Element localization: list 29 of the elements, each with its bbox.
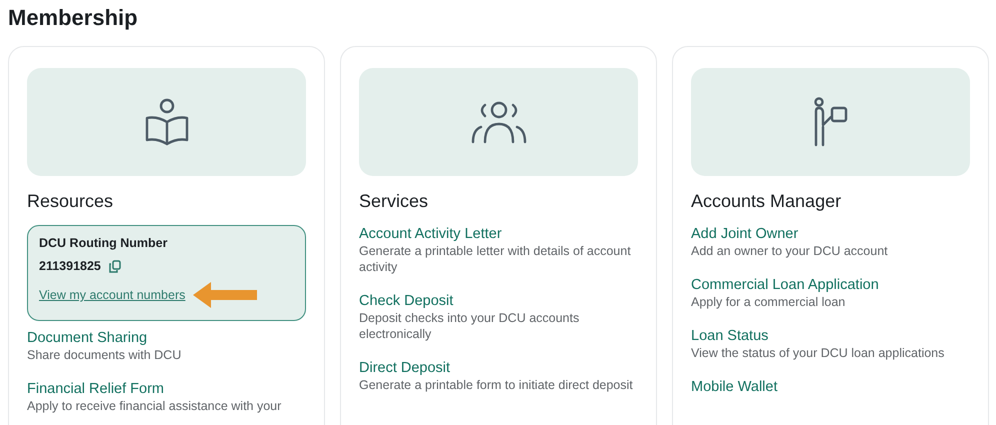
link-description: View the status of your DCU loan applications [691,345,944,361]
presenter-icon [812,97,848,147]
link-description: Add an owner to your DCU account [691,243,888,259]
link-description: Generate a printable form to initiate direct deposit [359,377,633,393]
card-heading: Resources [27,190,114,213]
card-heading: Services [359,190,430,213]
service-link[interactable]: Add Joint Owner [691,225,798,243]
link-description: Share documents with DCU [27,347,182,363]
routing-label: DCU Routing Number [39,236,168,250]
service-link[interactable]: Direct Deposit [359,359,450,377]
reader-icon [144,98,190,146]
account-numbers-link[interactable]: View my account numbers [39,288,186,302]
link-description: Generate a printable letter with details of account activity [359,243,632,275]
routing-number: 211391825 [39,259,101,273]
link-description: Apply to receive financial assistance with your [27,398,282,414]
arrow-icon [193,282,258,308]
service-link[interactable]: Loan Status [691,327,768,345]
service-link[interactable]: Document Sharing [27,329,148,347]
service-link[interactable]: Financial Relief Form [27,380,164,398]
people-icon [470,100,526,144]
service-link[interactable]: Check Deposit [359,292,454,310]
service-link[interactable]: Mobile Wallet [691,378,778,396]
page-title: Membership [7,4,139,32]
link-description: Apply for a commercial loan [691,294,846,310]
card-heading: Accounts Manager [691,190,842,213]
service-link[interactable]: Commercial Loan Application [691,276,879,294]
link-description: Deposit checks into your DCU accounts electronically [359,310,580,342]
service-link[interactable]: Account Activity Letter [359,225,502,243]
copy-icon[interactable] [108,260,121,272]
